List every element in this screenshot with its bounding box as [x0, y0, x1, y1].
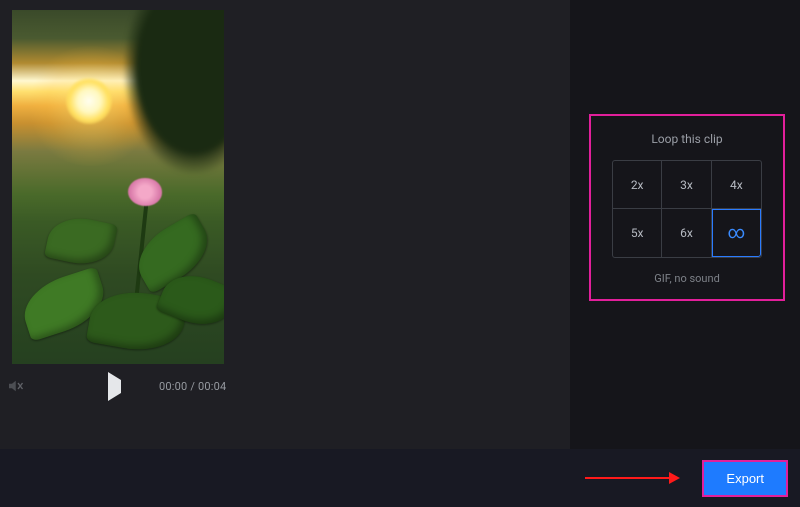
loop-panel-subtitle: GIF, no sound: [609, 272, 765, 285]
loop-panel-title: Loop this clip: [609, 132, 765, 146]
loop-option-5x[interactable]: 5x: [613, 209, 662, 257]
loop-option-3x[interactable]: 3x: [662, 161, 711, 209]
side-panel: Loop this clip 2x 3x 4x 5x 6x ∞ GIF, no …: [570, 0, 800, 449]
export-highlight: Export: [702, 460, 788, 497]
arrow-line-icon: [585, 477, 669, 479]
mute-icon[interactable]: [6, 377, 24, 395]
time-display: 00:00 / 00:04: [159, 380, 226, 393]
annotation-arrow: [585, 472, 680, 484]
total-time: 00:04: [198, 380, 226, 393]
loop-options-grid: 2x 3x 4x 5x 6x ∞: [612, 160, 762, 258]
play-button[interactable]: [108, 380, 121, 393]
arrow-head-icon: [669, 472, 680, 484]
preview-art: [66, 78, 112, 124]
loop-panel-highlight: Loop this clip 2x 3x 4x 5x 6x ∞ GIF, no …: [589, 114, 785, 301]
loop-option-2x[interactable]: 2x: [613, 161, 662, 209]
preview-art: [128, 178, 162, 206]
loop-option-6x[interactable]: 6x: [662, 209, 711, 257]
footer-bar: Export: [0, 449, 800, 507]
loop-option-4x[interactable]: 4x: [712, 161, 761, 209]
play-icon: [108, 372, 121, 401]
time-separator: /: [187, 380, 198, 393]
current-time: 00:00: [159, 380, 187, 393]
preview-pane: 00:00 / 00:04: [0, 0, 570, 449]
export-button[interactable]: Export: [704, 462, 786, 495]
app-root: 00:00 / 00:04 Loop this clip 2x 3x 4x 5x…: [0, 0, 800, 507]
preview-art: [122, 10, 224, 176]
video-preview[interactable]: [12, 10, 224, 364]
preview-art: [44, 212, 118, 271]
main-area: 00:00 / 00:04 Loop this clip 2x 3x 4x 5x…: [0, 0, 800, 449]
loop-option-infinite[interactable]: ∞: [712, 209, 761, 257]
player-controls: 00:00 / 00:04: [6, 374, 236, 398]
